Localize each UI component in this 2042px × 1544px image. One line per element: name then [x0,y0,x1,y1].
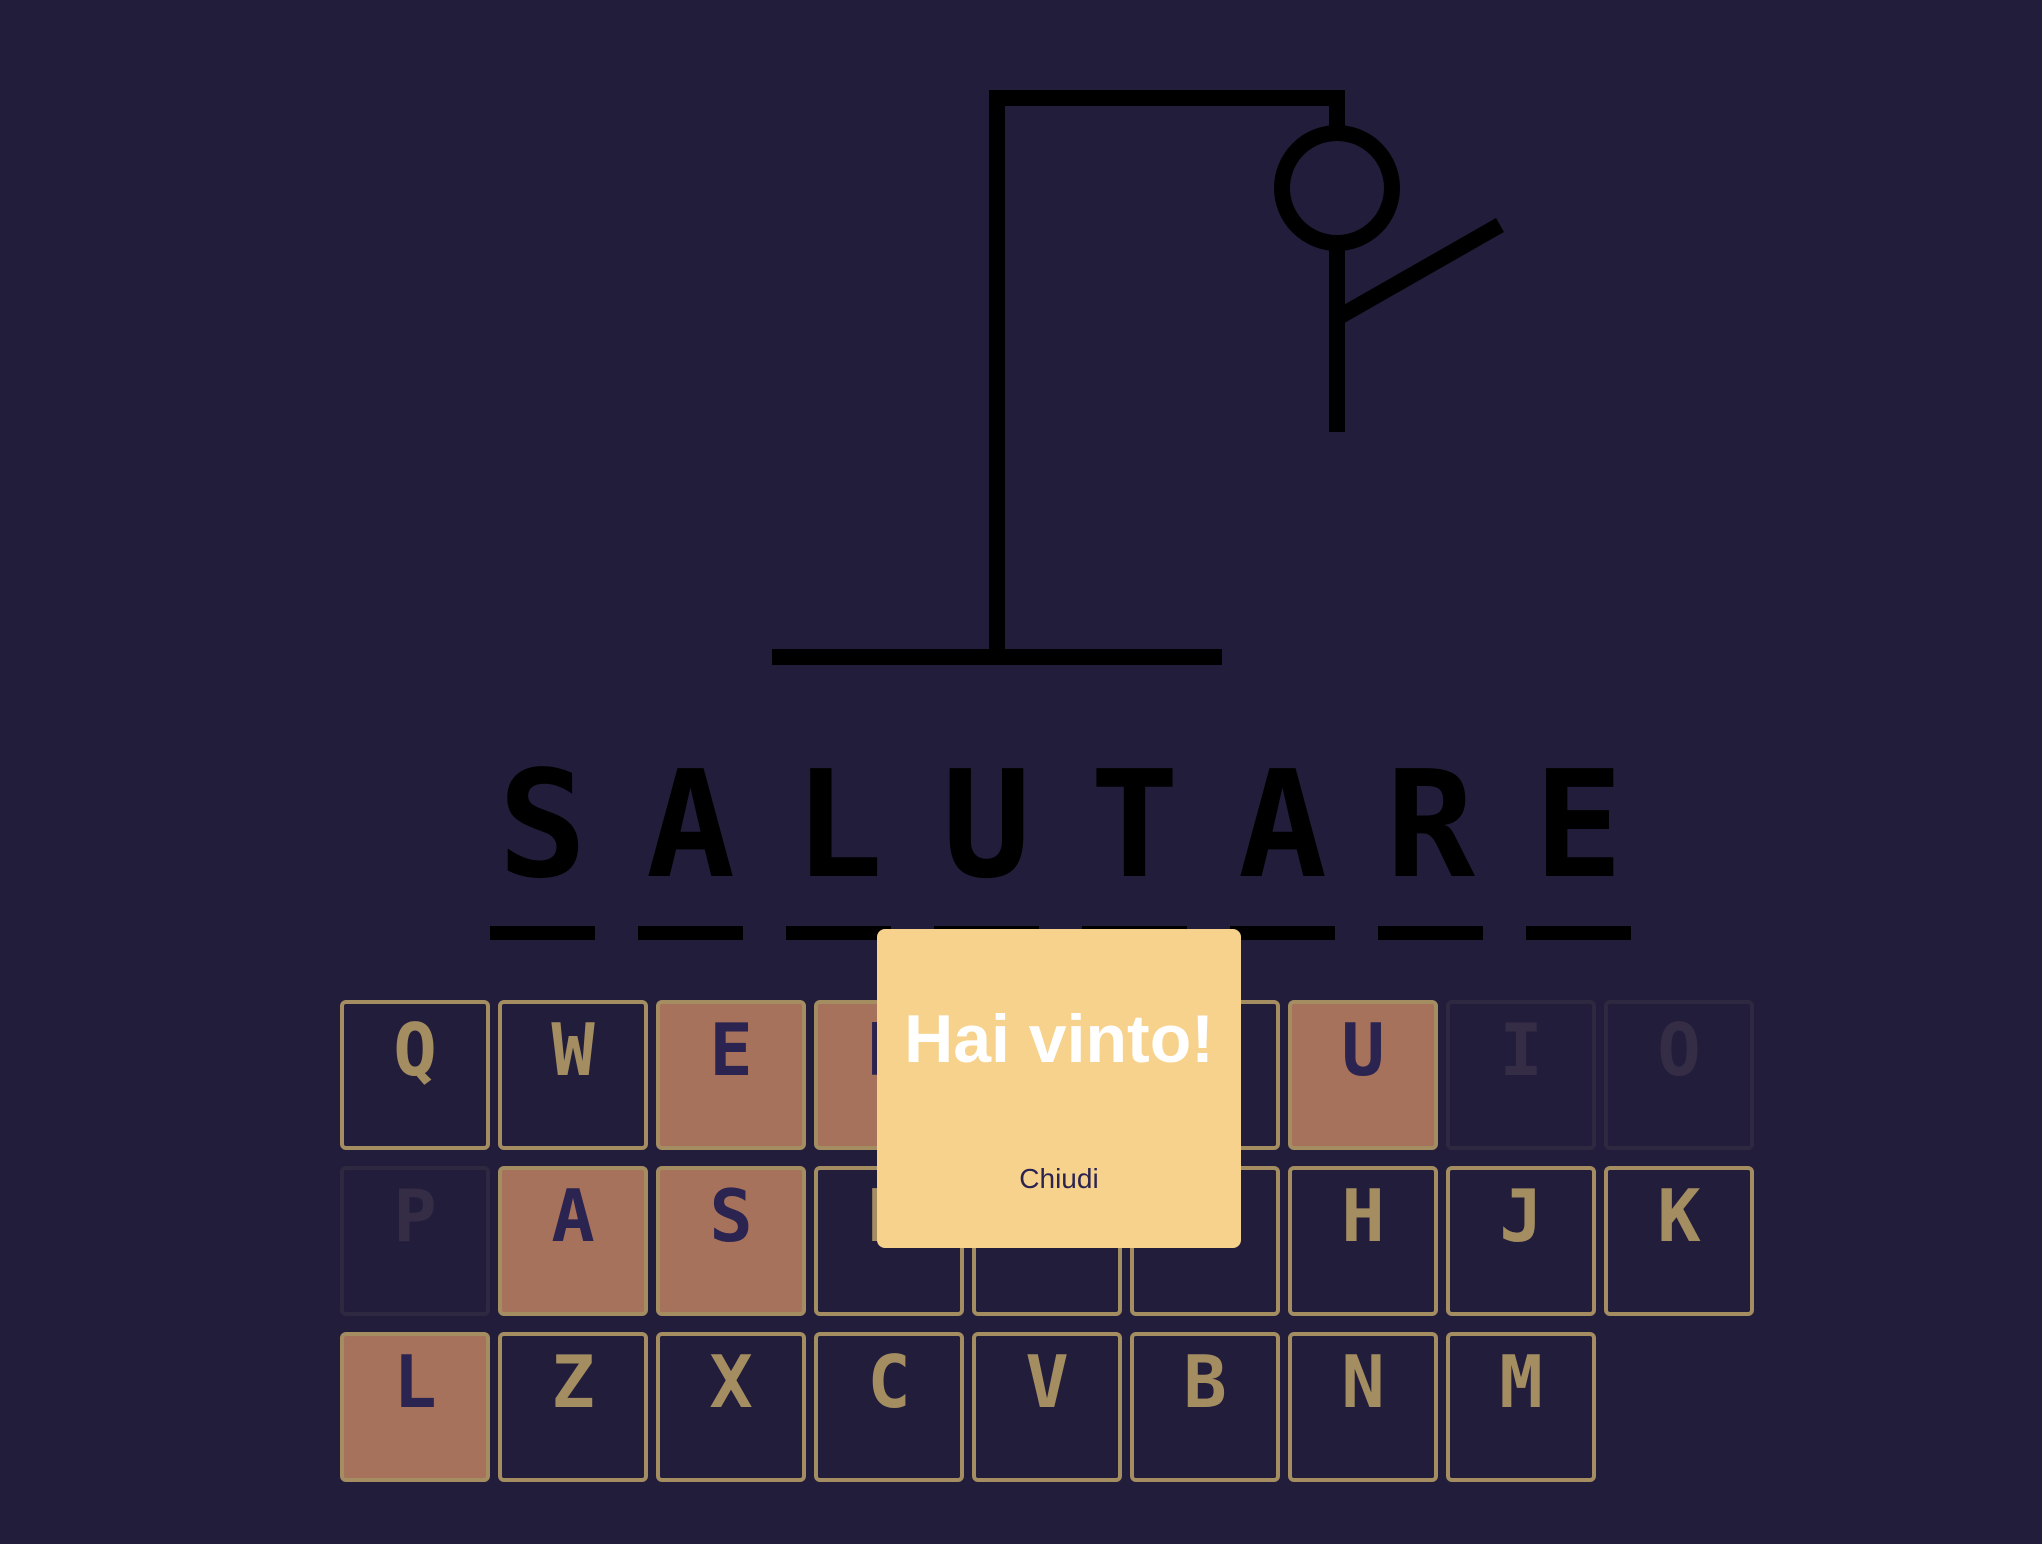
key-n[interactable]: N [1288,1332,1438,1482]
letter-underline [1378,926,1483,940]
revealed-letter: A [645,739,736,911]
key-label: C [867,1340,911,1424]
key-k[interactable]: K [1604,1166,1754,1316]
hangman-drawing [772,90,1504,665]
key-e[interactable]: E [656,1000,806,1150]
letter-slot: A [638,745,743,940]
key-w[interactable]: W [498,1000,648,1150]
key-label: Q [393,1008,437,1092]
key-u[interactable]: U [1288,1000,1438,1150]
key-z[interactable]: Z [498,1332,648,1482]
letter-slot: S [490,745,595,940]
revealed-letter: E [1533,739,1624,911]
revealed-letter: L [793,739,884,911]
key-a[interactable]: A [498,1166,648,1316]
key-label: V [1025,1340,1069,1424]
key-label: S [709,1174,753,1258]
key-label: H [1341,1174,1385,1258]
game-stage: SALUTARE QWERTYUIOPASDFGHJKLZXCVBNM Hai … [0,0,2042,1544]
letter-underline [1526,926,1631,940]
letter-underline [1230,926,1335,940]
key-p[interactable]: P [340,1166,490,1316]
key-x[interactable]: X [656,1332,806,1482]
letter-slot: L [786,745,891,940]
key-b[interactable]: B [1130,1332,1280,1482]
key-label: M [1499,1340,1543,1424]
revealed-letter: S [497,739,588,911]
key-q[interactable]: Q [340,1000,490,1150]
key-label: K [1657,1174,1701,1258]
key-l[interactable]: L [340,1332,490,1482]
letter-underline [490,926,595,940]
key-j[interactable]: J [1446,1166,1596,1316]
key-label: Z [551,1340,595,1424]
key-label: P [393,1174,437,1258]
key-label: B [1183,1340,1227,1424]
hangman-head [1274,125,1400,251]
letter-underline [786,926,891,940]
key-s[interactable]: S [656,1166,806,1316]
win-dialog-title: Hai vinto! [904,1001,1214,1077]
letter-slot: U [934,745,1039,940]
revealed-letter: R [1385,739,1476,911]
letter-slot: E [1526,745,1631,940]
keyboard-row: LZXCVBNM [340,1332,1754,1482]
key-label: U [1341,1008,1385,1092]
word-display: SALUTARE [490,745,1631,940]
key-label: W [551,1008,595,1092]
key-label: E [709,1008,753,1092]
key-label: N [1341,1340,1385,1424]
letter-slot: T [1082,745,1187,940]
key-label: O [1657,1008,1701,1092]
key-v[interactable]: V [972,1332,1122,1482]
letter-underline [638,926,743,940]
letter-slot: A [1230,745,1335,940]
key-i[interactable]: I [1446,1000,1596,1150]
revealed-letter: T [1089,739,1180,911]
key-label: A [551,1174,595,1258]
key-label: X [709,1340,753,1424]
key-label: J [1499,1174,1543,1258]
key-label: L [393,1340,437,1424]
key-o[interactable]: O [1604,1000,1754,1150]
key-c[interactable]: C [814,1332,964,1482]
win-dialog: Hai vinto! Chiudi [877,929,1241,1248]
revealed-letter: A [1237,739,1328,911]
close-button[interactable]: Chiudi [999,1154,1119,1204]
revealed-letter: U [941,739,1032,911]
key-label: I [1499,1008,1543,1092]
letter-slot: R [1378,745,1483,940]
key-m[interactable]: M [1446,1332,1596,1482]
key-h[interactable]: H [1288,1166,1438,1316]
